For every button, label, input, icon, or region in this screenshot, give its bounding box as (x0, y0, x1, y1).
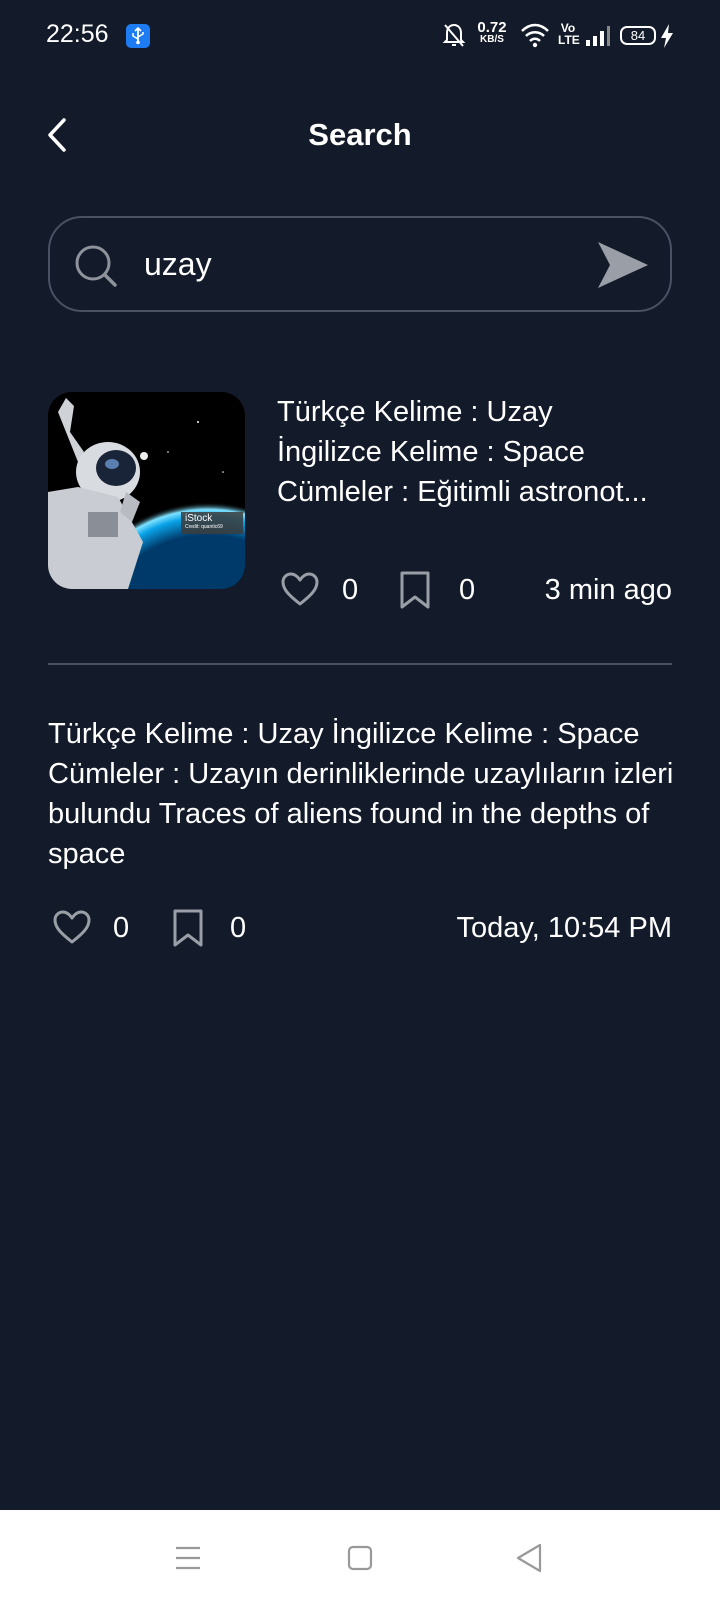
search-box[interactable] (48, 216, 672, 312)
watermark-text: iStock (185, 513, 213, 524)
bookmark-count: 0 (230, 912, 247, 944)
result-time: 3 min ago (544, 574, 672, 606)
like-button[interactable] (280, 570, 320, 615)
bookmark-button[interactable] (170, 908, 206, 953)
back-triangle-icon (516, 1543, 542, 1573)
bookmark-icon (173, 909, 203, 947)
nav-back-button[interactable] (512, 1540, 548, 1576)
bookmark-icon (400, 571, 430, 609)
heart-icon (53, 910, 91, 944)
watermark: iStock Credit: quantic69 (181, 512, 243, 534)
menu-button[interactable] (170, 1540, 206, 1576)
page-title: Search (308, 117, 412, 152)
net-speed: 0.72 KB/S (472, 20, 512, 45)
result-line-sentence: Cümleler : Eğitimli astronot... (277, 476, 648, 508)
wifi-icon (520, 22, 550, 53)
signal-icon (584, 24, 612, 53)
result-text: Türkçe Kelime : Uzay İngilizce Kelime : … (48, 718, 674, 870)
mute-bell-icon (442, 20, 466, 55)
status-bar: 22:56 0.72 KB/S Vo LTE 84 (0, 0, 720, 72)
result-line-turkish: Türkçe Kelime : Uzay (277, 396, 553, 428)
send-icon (598, 242, 648, 288)
volte-icon: Vo LTE (558, 21, 580, 47)
bookmark-count: 0 (459, 574, 476, 606)
result-thumbnail: iStock Credit: quantic69 (48, 392, 245, 589)
battery-icon: 84 (620, 26, 656, 45)
usb-icon (126, 24, 150, 48)
home-square-icon (347, 1545, 373, 1571)
menu-icon (176, 1546, 200, 1570)
result-stats: 0 0 Today, 10:54 PM (48, 908, 672, 952)
bookmark-button[interactable] (397, 570, 433, 615)
system-nav-bar (0, 1510, 720, 1600)
result-stats: 0 0 3 min ago (277, 570, 672, 614)
search-screen: 22:56 0.72 KB/S Vo LTE 84 Search uzay iS… (0, 0, 720, 1600)
result-line-english: İngilizce Kelime : Space (277, 436, 585, 468)
watermark-credit: Credit: quantic69 (185, 524, 223, 530)
result-time: Today, 10:54 PM (456, 912, 672, 944)
charging-bolt-icon (660, 23, 674, 54)
status-icons: 0.72 KB/S Vo LTE 84 (442, 20, 674, 55)
search-input[interactable] (144, 240, 564, 288)
like-count: 0 (342, 574, 359, 606)
heart-icon (281, 572, 319, 606)
divider (48, 663, 672, 665)
home-button[interactable] (342, 1540, 378, 1576)
send-button[interactable] (596, 240, 650, 290)
result-text: Türkçe Kelime : Uzay İngilizce Kelime : … (277, 392, 677, 512)
search-icon (74, 244, 118, 293)
status-time: 22:56 (46, 20, 109, 48)
like-count: 0 (113, 912, 130, 944)
like-button[interactable] (52, 908, 92, 953)
